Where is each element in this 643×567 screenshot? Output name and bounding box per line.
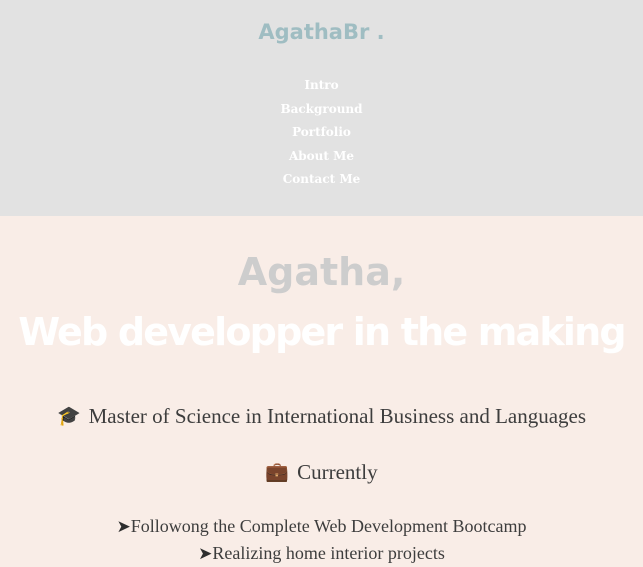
education-text: Master of Science in International Busin… [88,404,587,428]
nav-link-background[interactable]: Background [0,101,643,125]
graduation-cap-icon: 🎓 [56,405,81,427]
arrow-right-icon: ➤ [116,517,131,537]
nav-link-about-me[interactable]: About Me [0,148,643,172]
activity-text: Realizing home interior projects [212,543,445,563]
briefcase-icon: 💼 [265,461,290,483]
activity-text: Followong the Complete Web Development B… [130,516,527,536]
nav-link-intro[interactable]: Intro [0,77,643,101]
list-item: ➤Followong the Complete Web Development … [0,514,643,541]
nav-link-contact-me[interactable]: Contact Me [0,171,643,195]
brand-logo[interactable]: AgathaBr . [0,20,643,44]
hero-name: Agatha, [237,250,406,294]
nav-link-portfolio[interactable]: Portfolio [0,124,643,148]
portfolio-page: AgathaBr . Intro Background Portfolio Ab… [0,0,643,567]
list-item: ➤Realizing home interior projects [0,541,643,567]
hero-tagline: Web developper in the making [18,310,626,354]
arrow-right-icon: ➤ [198,544,213,564]
currently-label: Currently [297,460,378,484]
education-line: 🎓 Master of Science in International Busi… [0,404,643,429]
currently-heading: 💼 Currently [0,460,643,485]
hero-section: Agatha, Web developper in the making 🎓 Ma… [0,216,643,567]
current-activities-list: ➤Followong the Complete Web Development … [0,514,643,567]
nav-menu: Intro Background Portfolio About Me Cont… [0,77,643,195]
top-navigation: AgathaBr . Intro Background Portfolio Ab… [0,0,643,216]
